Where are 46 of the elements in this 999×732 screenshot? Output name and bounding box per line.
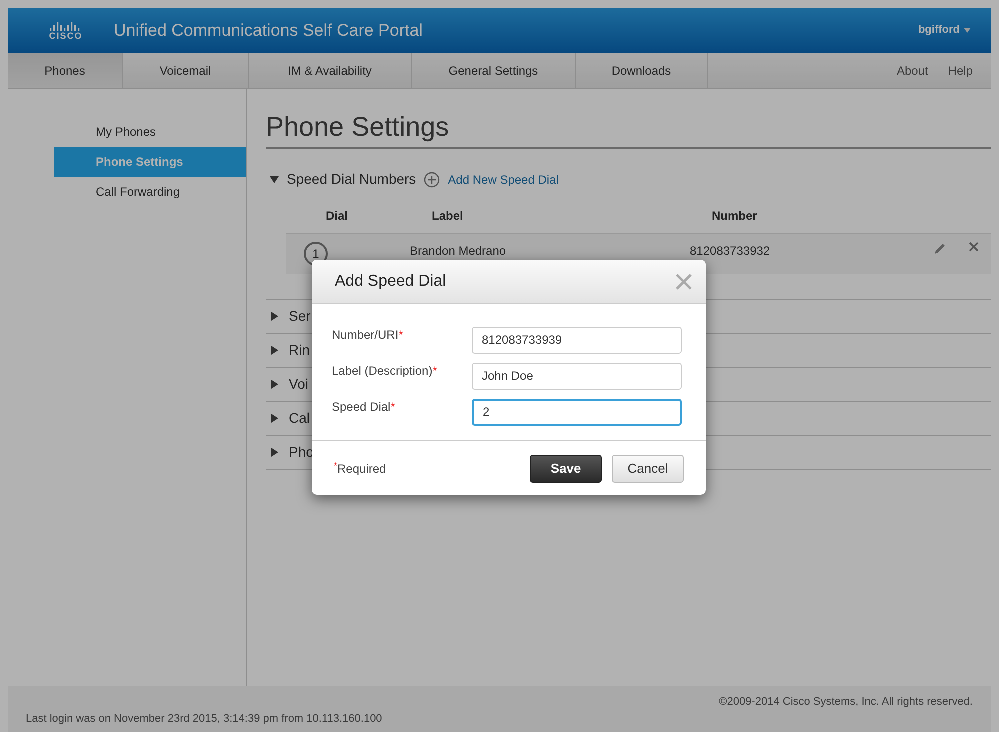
expand-icon[interactable]	[270, 346, 279, 356]
delete-icon[interactable]	[969, 242, 979, 252]
column-header: Number	[712, 208, 758, 226]
page-title: Phone Settings	[266, 111, 991, 150]
nav-tab[interactable]: General Settings	[412, 53, 576, 88]
expand-icon[interactable]	[270, 312, 279, 322]
copyright-text: ©2009-2014 Cisco Systems, Inc. All rights reserved.	[719, 695, 973, 710]
collapse-icon[interactable]	[270, 175, 279, 184]
required-note: $^{*}$Required	[334, 460, 386, 478]
user-menu[interactable]: bgifford	[918, 22, 971, 39]
cancel-button[interactable]: Cancel	[612, 455, 684, 483]
section-title: Speed Dial Numbers	[287, 170, 416, 190]
save-button[interactable]: Save	[530, 455, 602, 483]
last-login-text: Last login was on November 23rd 2015, 3:14:39 pm from 10.113.160.100	[26, 712, 384, 726]
logo-text: CISCO	[49, 32, 83, 40]
input-field[interactable]: John Doe	[472, 362, 682, 390]
table-cell-text: Brandon Medrano	[410, 243, 508, 260]
header-link[interactable]: About	[896, 62, 928, 80]
nav-tab[interactable]: Phones	[8, 53, 123, 88]
section-title: Voi	[289, 375, 308, 394]
portal-title: Unified Communications Self Care Portal	[114, 20, 423, 42]
header-link[interactable]: Help	[948, 62, 973, 80]
column-header: Label	[432, 208, 464, 226]
section-title: Rin	[289, 341, 310, 360]
add-icon[interactable]	[424, 172, 440, 188]
expand-icon[interactable]	[270, 448, 279, 458]
field-label: Number/URI*	[332, 327, 404, 344]
sidebar-item[interactable]: My Phones	[54, 117, 246, 147]
caret-icon	[964, 28, 971, 33]
input-field[interactable]: 812083733939	[472, 326, 682, 354]
input-field[interactable]: 2	[472, 398, 682, 426]
section-title: Ser	[289, 307, 311, 326]
table-cell-text: 812083733932	[690, 243, 772, 260]
add-speed-dial-link[interactable]: Add New Speed Dial	[448, 170, 559, 189]
edit-icon[interactable]	[933, 242, 947, 256]
sidebar-item[interactable]: Call Forwarding	[54, 177, 246, 207]
column-header: Dial	[326, 208, 350, 226]
expand-icon[interactable]	[270, 414, 279, 424]
dialog-title: Add Speed Dial	[335, 272, 446, 292]
nav-tab[interactable]: Downloads	[576, 53, 708, 88]
section-title: Cal	[289, 409, 310, 428]
nav-tab[interactable]: Voicemail	[123, 53, 249, 88]
nav-tab[interactable]: IM & Availability	[249, 53, 412, 88]
field-label: Speed Dial*	[332, 399, 396, 416]
field-label: Label (Description)*	[332, 363, 438, 380]
expand-icon[interactable]	[270, 380, 279, 390]
